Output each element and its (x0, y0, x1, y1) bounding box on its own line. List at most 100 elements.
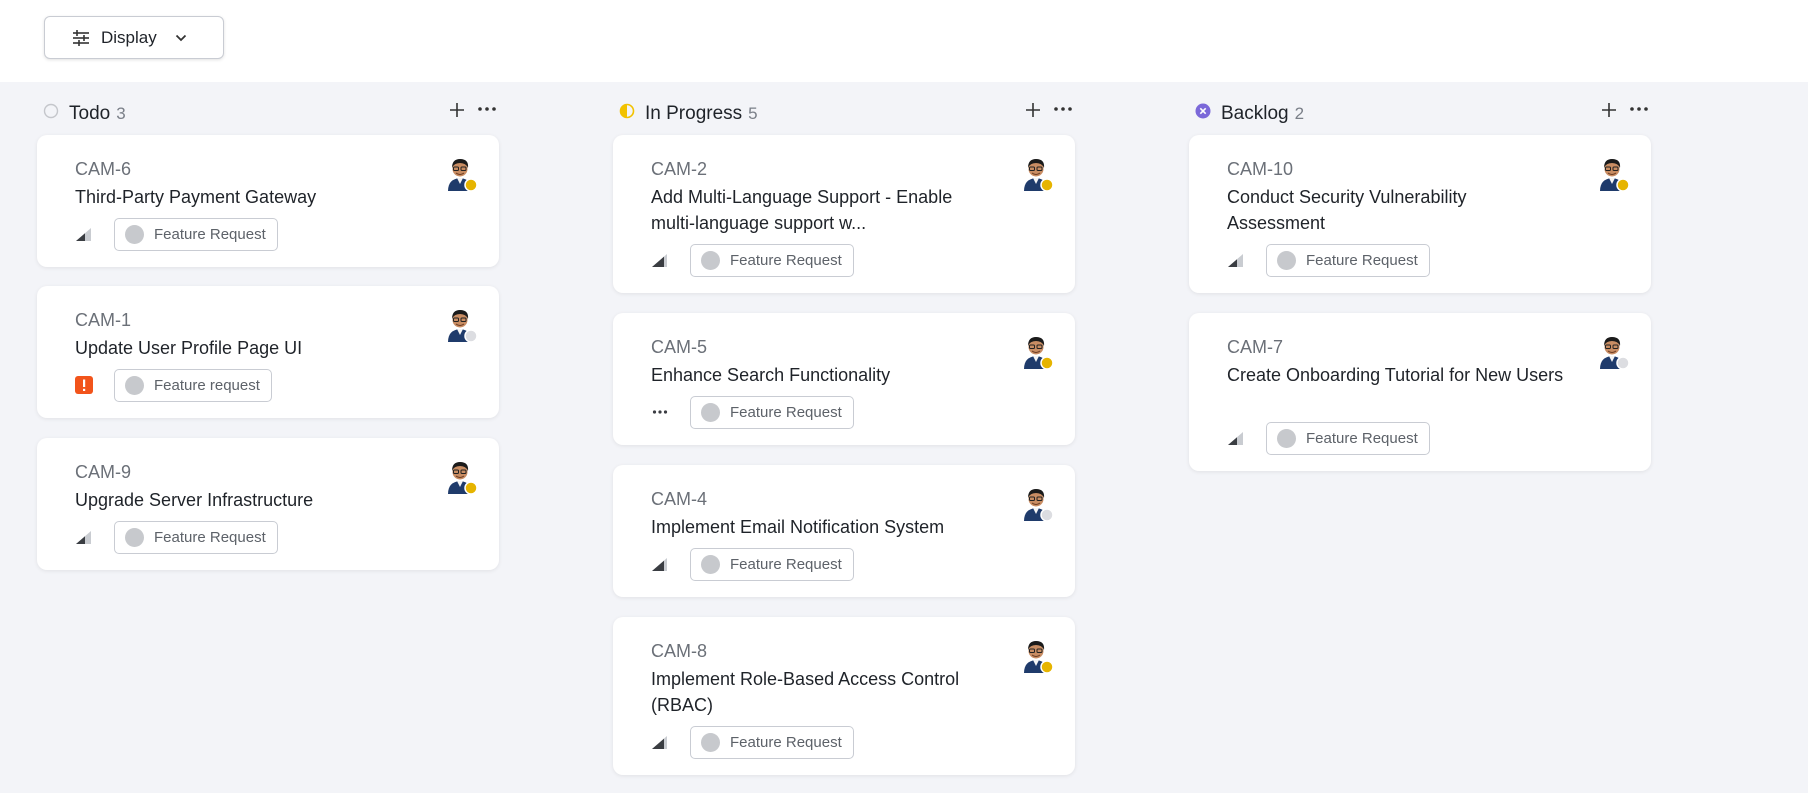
issue-title: Implement Role-Based Access Control (RBA… (651, 669, 960, 715)
label-tag[interactable]: Feature Request (690, 244, 854, 277)
issue-id: CAM-4 (651, 489, 708, 509)
label-dot (1277, 429, 1296, 448)
label-tag[interactable]: Feature Request (114, 218, 278, 251)
issue-title: Implement Email Notification System (651, 517, 945, 537)
plus-icon[interactable] (448, 101, 466, 119)
label-tag[interactable]: Feature Request (690, 396, 854, 429)
issue-card[interactable]: CAM-7 Create Onboarding Tutorial for New… (1189, 313, 1651, 471)
column-title: In Progress 5 (645, 103, 758, 124)
column-count: 2 (1294, 104, 1305, 123)
column-title: Backlog 2 (1221, 103, 1305, 124)
issue-card[interactable]: CAM-1 Update User Profile Page UI Featur… (37, 286, 499, 418)
presence-offline-dot (1616, 356, 1630, 370)
label-tag[interactable]: Feature Request (114, 521, 278, 554)
label-dot (701, 403, 720, 422)
label-dot (125, 376, 144, 395)
label-tag[interactable]: Feature Request (690, 548, 854, 581)
plus-icon[interactable] (1024, 101, 1042, 119)
presence-away-dot (1616, 178, 1630, 192)
issue-id: CAM-1 (75, 310, 132, 330)
display-label: Display (101, 27, 157, 47)
tag-text: Feature Request (1306, 430, 1418, 447)
plus-icon[interactable] (1600, 101, 1618, 119)
chevron-down-icon (175, 34, 186, 41)
priority-high-icon[interactable] (651, 251, 669, 269)
avatar-icon[interactable] (1597, 335, 1631, 371)
backlog-status-icon (1195, 103, 1211, 119)
label-dot (701, 251, 720, 270)
tag-text: Feature Request (730, 556, 842, 573)
issue-id: CAM-10 (1227, 159, 1294, 179)
priority-medium-icon[interactable] (1227, 251, 1245, 269)
in-progress-status-icon (619, 103, 635, 119)
column-title: Todo 3 (69, 103, 126, 124)
tag-text: Feature Request (154, 226, 266, 243)
issue-id: CAM-6 (75, 159, 132, 179)
sliders-icon (73, 29, 89, 46)
label-dot (701, 733, 720, 752)
presence-offline-dot (1040, 508, 1054, 522)
issue-id: CAM-2 (651, 159, 708, 179)
presence-away-dot (1040, 178, 1054, 192)
issue-title: Add Multi-Language Support - Enable mult… (651, 187, 953, 233)
issue-card[interactable]: CAM-4 Implement Email Notification Syste… (613, 465, 1075, 597)
presence-away-dot (1040, 356, 1054, 370)
avatar-icon[interactable] (445, 460, 479, 496)
label-tag[interactable]: Feature Request (1266, 422, 1430, 455)
issue-id: CAM-7 (1227, 337, 1284, 357)
label-tag[interactable]: Feature request (114, 369, 272, 402)
avatar-icon[interactable] (1597, 157, 1631, 193)
display-button[interactable]: Display (44, 16, 224, 59)
todo-status-icon (43, 103, 59, 119)
priority-medium-icon[interactable] (1227, 429, 1245, 447)
issue-title: Conduct Security Vulnerability Assessmen… (1227, 187, 1467, 233)
issue-id: CAM-9 (75, 462, 132, 482)
issue-id: CAM-8 (651, 641, 708, 661)
presence-away-dot (1040, 660, 1054, 674)
issue-card[interactable]: CAM-10 Conduct Security Vulnerability As… (1189, 135, 1651, 293)
priority-high-icon[interactable] (651, 555, 669, 573)
priority-urgent-icon[interactable] (75, 376, 93, 394)
label-dot (125, 528, 144, 547)
avatar-icon[interactable] (1021, 157, 1055, 193)
issue-card[interactable]: CAM-9 Upgrade Server Infrastructure Feat… (37, 438, 499, 570)
avatar-icon[interactable] (1021, 487, 1055, 523)
label-dot (701, 555, 720, 574)
presence-away-dot (464, 481, 478, 495)
tag-text: Feature request (154, 377, 260, 394)
more-icon[interactable] (1053, 105, 1073, 113)
priority-none-icon[interactable] (651, 403, 669, 421)
tag-text: Feature Request (1306, 252, 1418, 269)
avatar-icon[interactable] (445, 157, 479, 193)
more-icon[interactable] (477, 105, 497, 113)
priority-medium-icon[interactable] (75, 528, 93, 546)
presence-away-dot (464, 178, 478, 192)
column-count: 5 (748, 104, 758, 123)
issue-title: Enhance Search Functionality (651, 365, 891, 385)
label-dot (1277, 251, 1296, 270)
more-icon[interactable] (1629, 105, 1649, 113)
avatar-icon[interactable] (1021, 639, 1055, 675)
issue-card[interactable]: CAM-6 Third-Party Payment Gateway Featur… (37, 135, 499, 267)
label-tag[interactable]: Feature Request (1266, 244, 1430, 277)
priority-high-icon[interactable] (651, 733, 669, 751)
issue-card[interactable]: CAM-5 Enhance Search Functionality Featu… (613, 313, 1075, 445)
issue-title: Third-Party Payment Gateway (75, 187, 317, 207)
label-dot (125, 225, 144, 244)
tag-text: Feature Request (154, 529, 266, 546)
issue-title: Upgrade Server Infrastructure (75, 490, 314, 510)
issue-title: Update User Profile Page UI (75, 338, 303, 358)
issue-id: CAM-5 (651, 337, 708, 357)
priority-medium-icon[interactable] (75, 225, 93, 243)
column-count: 3 (116, 104, 126, 123)
issue-card[interactable]: CAM-8 Implement Role-Based Access Contro… (613, 617, 1075, 775)
label-tag[interactable]: Feature Request (690, 726, 854, 759)
avatar-icon[interactable] (1021, 335, 1055, 371)
top-toolbar: Display (0, 0, 1808, 82)
issue-title: Create Onboarding Tutorial for New Users (1227, 365, 1564, 385)
tag-text: Feature Request (730, 252, 842, 269)
presence-offline-dot (464, 329, 478, 343)
avatar-icon[interactable] (445, 308, 479, 344)
issue-card[interactable]: CAM-2 Add Multi-Language Support - Enabl… (613, 135, 1075, 293)
tag-text: Feature Request (730, 404, 842, 421)
